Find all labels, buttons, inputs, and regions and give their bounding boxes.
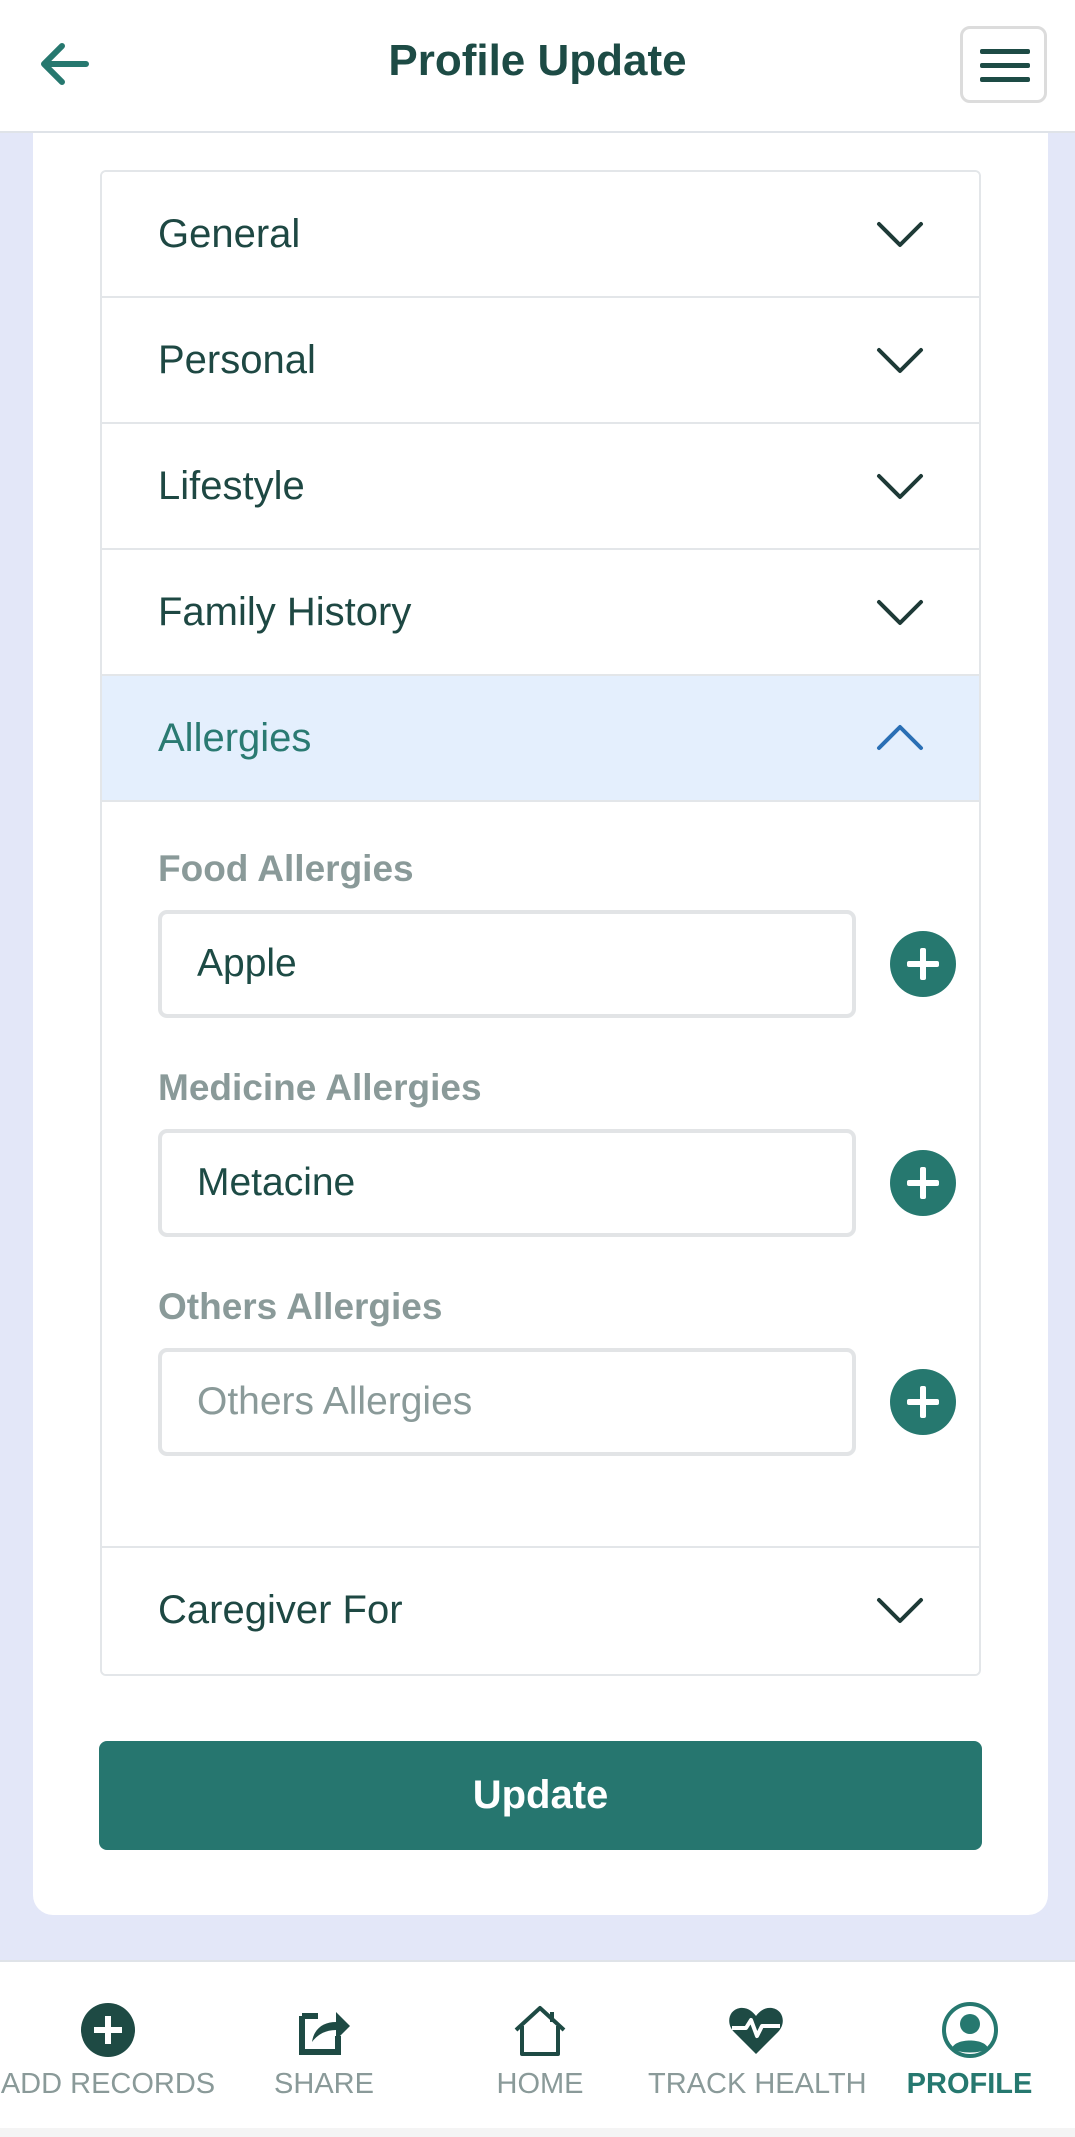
- chevron-down-icon: [877, 222, 923, 247]
- others-allergies-label: Others Allergies: [158, 1286, 443, 1327]
- section-personal-header[interactable]: Personal: [102, 298, 979, 424]
- add-others-allergy-button[interactable]: [890, 1369, 956, 1435]
- nav-home[interactable]: HOME: [432, 1962, 648, 2137]
- nav-share[interactable]: SHARE: [216, 1962, 432, 2137]
- add-medicine-allergy-button[interactable]: [890, 1150, 956, 1216]
- section-label: Lifestyle: [158, 464, 305, 508]
- heartbeat-icon: [729, 2007, 783, 2054]
- menu-button[interactable]: [960, 26, 1047, 103]
- medicine-allergies-label: Medicine Allergies: [158, 1067, 482, 1108]
- user-circle-icon: [941, 2002, 998, 2058]
- nav-label: HOME: [496, 2068, 584, 2100]
- home-icon: [514, 2006, 566, 2056]
- section-label: Allergies: [158, 716, 312, 760]
- section-label: Caregiver For: [158, 1588, 403, 1632]
- section-label: Personal: [158, 338, 316, 382]
- section-family-history-header[interactable]: Family History: [102, 550, 979, 676]
- hamburger-menu-icon: [980, 49, 1030, 54]
- update-button[interactable]: Update: [99, 1741, 982, 1850]
- medicine-allergies-input[interactable]: [158, 1129, 856, 1237]
- food-allergies-input[interactable]: [158, 910, 856, 1018]
- section-general-header[interactable]: General: [102, 172, 979, 298]
- allergies-section-body: Food Allergies Medicine Allergies Others…: [102, 802, 979, 1548]
- food-allergies-label: Food Allergies: [158, 848, 414, 889]
- nav-label: PROFILE: [906, 2068, 1033, 2100]
- nav-label: SHARE: [274, 2068, 374, 2100]
- section-label: Family History: [158, 590, 412, 634]
- page-title: Profile Update: [388, 36, 687, 85]
- chevron-up-icon: [877, 725, 923, 750]
- chevron-down-icon: [877, 600, 923, 625]
- nav-label: TRACK HEALTH: [648, 2068, 867, 2100]
- section-allergies-header[interactable]: Allergies: [102, 676, 979, 802]
- app-header: Profile Update: [0, 0, 1075, 133]
- system-gesture-bar: [0, 2128, 1075, 2137]
- nav-track-health[interactable]: TRACK HEALTH: [648, 1962, 867, 2137]
- nav-profile[interactable]: PROFILE: [864, 1962, 1075, 2137]
- section-lifestyle-header[interactable]: Lifestyle: [102, 424, 979, 550]
- nav-label: ADD RECORDS: [0, 2068, 216, 2100]
- section-label: General: [158, 212, 301, 256]
- chevron-down-icon: [877, 474, 923, 499]
- plus-circle-icon: [81, 2003, 135, 2057]
- bottom-nav: ADD RECORDS SHARE HOME TRACK HEALTH PROF…: [0, 1960, 1075, 2137]
- section-caregiver-for-header[interactable]: Caregiver For: [102, 1548, 979, 1674]
- others-allergies-input[interactable]: [158, 1348, 856, 1456]
- nav-add-records[interactable]: ADD RECORDS: [0, 1962, 216, 2137]
- profile-accordion: General Personal Lifestyle Family Histor…: [100, 170, 981, 1676]
- chevron-down-icon: [877, 348, 923, 373]
- share-icon: [299, 2012, 350, 2055]
- add-food-allergy-button[interactable]: [890, 931, 956, 997]
- chevron-down-icon: [877, 1598, 923, 1623]
